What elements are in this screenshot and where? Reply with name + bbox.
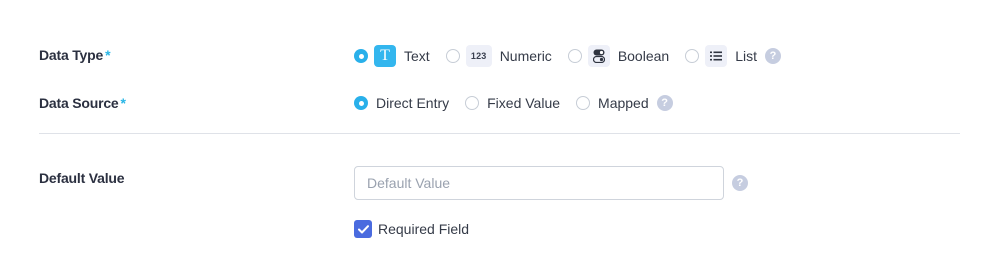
data-type-label-text: Data Type [39, 47, 104, 63]
data-type-option-list[interactable]: List [685, 45, 757, 67]
option-label-text: Text [404, 48, 430, 64]
checkmark-icon [357, 224, 369, 233]
help-icon[interactable]: ? [732, 175, 748, 191]
option-label-direct-entry: Direct Entry [376, 95, 450, 111]
radio-mapped[interactable] [576, 96, 591, 110]
list-icon [705, 45, 728, 67]
radio-text[interactable] [354, 49, 368, 63]
data-source-option-fixed-value[interactable]: Fixed Value [465, 95, 560, 111]
required-marker: * [105, 47, 111, 63]
required-field-label[interactable]: Required Field [378, 221, 469, 237]
option-label-fixed-value: Fixed Value [487, 95, 561, 111]
data-source-row: Data Source * Direct Entry Fixed Value Ma… [0, 92, 1000, 114]
help-icon[interactable]: ? [765, 48, 781, 64]
data-type-options: T Text 123 Numeric Boolean List ? [354, 44, 781, 68]
toggle-icon [587, 45, 610, 67]
option-label-mapped: Mapped [598, 95, 649, 111]
option-label-numeric: Numeric [499, 48, 552, 64]
data-source-label-text: Data Source [39, 95, 119, 111]
help-icon[interactable]: ? [656, 95, 673, 111]
required-field-checkbox[interactable] [354, 220, 372, 238]
numeric-123-glyph: 123 [470, 51, 487, 61]
data-type-row: Data Type * T Text 123 Numeric Boolean L… [0, 44, 1000, 68]
option-label-boolean: Boolean [617, 48, 670, 64]
option-label-list: List [735, 48, 757, 64]
data-type-label: Data Type * [39, 47, 111, 63]
numeric-123-icon: 123 [465, 45, 492, 67]
default-value-label: Default Value [39, 170, 125, 186]
data-source-option-direct-entry[interactable]: Direct Entry [354, 95, 449, 111]
data-source-options: Direct Entry Fixed Value Mapped ? [354, 94, 673, 112]
data-source-label: Data Source * [39, 95, 126, 111]
data-type-option-text[interactable]: T Text [354, 45, 430, 67]
data-source-option-mapped[interactable]: Mapped [576, 95, 649, 111]
radio-boolean[interactable] [567, 49, 582, 63]
radio-numeric[interactable] [445, 49, 460, 63]
text-t-icon: T [374, 45, 396, 67]
default-value-input[interactable] [354, 166, 724, 200]
radio-list[interactable] [685, 49, 700, 63]
radio-direct-entry[interactable] [354, 96, 368, 110]
text-t-glyph: T [380, 47, 390, 64]
section-divider [39, 133, 960, 134]
required-marker: * [120, 95, 126, 111]
data-type-option-numeric[interactable]: 123 Numeric [445, 45, 552, 67]
radio-fixed-value[interactable] [465, 96, 480, 110]
data-type-option-boolean[interactable]: Boolean [567, 45, 670, 67]
